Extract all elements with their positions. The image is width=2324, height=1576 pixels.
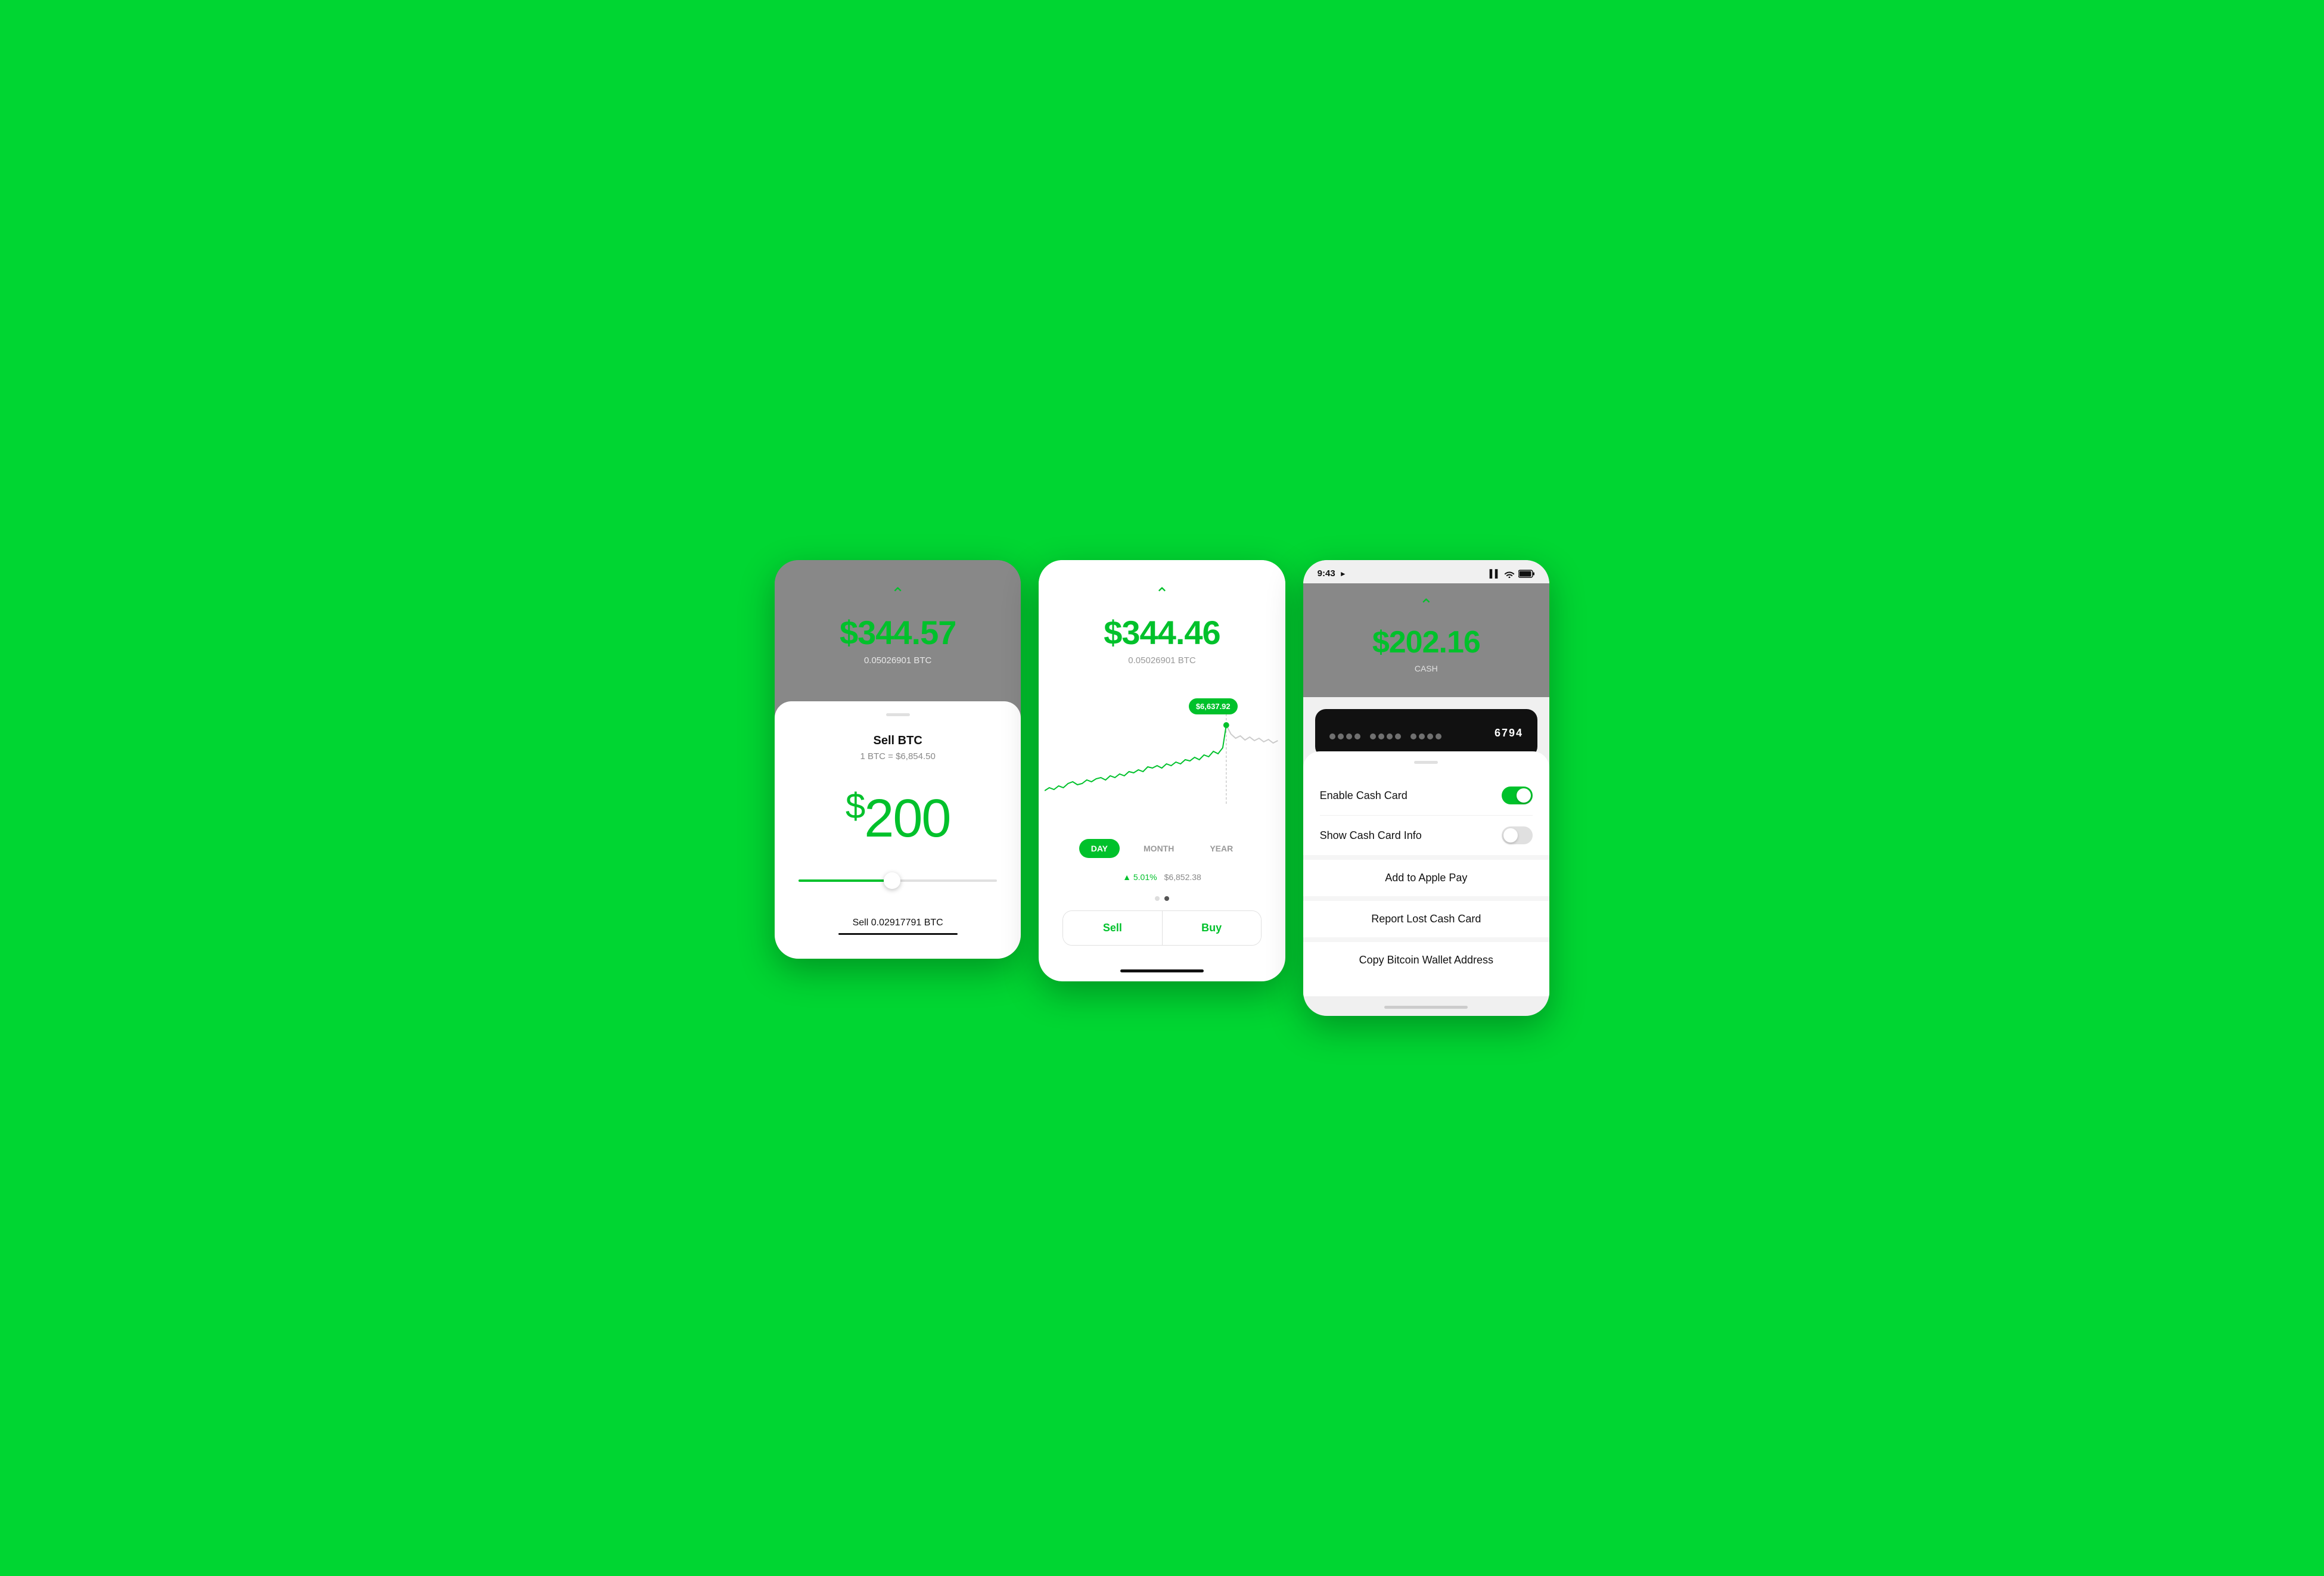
section-divider-2 [1303, 896, 1549, 901]
battery-icon [1518, 570, 1535, 578]
sell-btc-label: Sell 0.02917791 BTC [853, 918, 943, 928]
card-dot [1410, 733, 1416, 739]
chevron-up-icon[interactable]: ⌃ [891, 584, 905, 604]
sell-amount-number: 200 [864, 789, 950, 848]
screen-cash-card: 9:43 ► ▌▌ ⌃ $202.16 CASH [1303, 560, 1549, 1016]
card-dots-1 [1329, 733, 1360, 739]
card-dot [1338, 733, 1344, 739]
enable-cash-card-item: Enable Cash Card [1303, 776, 1549, 815]
chart-balance: $344.46 [1104, 613, 1220, 652]
card-dot [1419, 733, 1425, 739]
screen-sell-btc: ⌃ $344.57 0.05026901 BTC Sell BTC 1 BTC … [775, 560, 1021, 959]
btc-balance-display: $344.57 [840, 613, 956, 652]
card-dot [1354, 733, 1360, 739]
screen2-top: ⌃ $344.46 0.05026901 BTC [1039, 560, 1285, 689]
sell-rate: 1 BTC = $6,854.50 [860, 751, 935, 761]
add-apple-pay-item[interactable]: Add to Apple Pay [1303, 860, 1549, 896]
card-dot [1436, 733, 1441, 739]
status-bar: 9:43 ► ▌▌ [1303, 560, 1549, 583]
card-dot [1329, 733, 1335, 739]
card-dot [1395, 733, 1401, 739]
location-icon: ► [1340, 570, 1347, 578]
card-dot [1346, 733, 1352, 739]
copy-bitcoin-item[interactable]: Copy Bitcoin Wallet Address [1303, 942, 1549, 978]
chart-btc-sub: 0.05026901 BTC [1128, 655, 1195, 666]
btc-chart-svg [1045, 695, 1279, 815]
slider-fill [799, 879, 888, 882]
chart-area: $6,637.92 [1039, 689, 1285, 823]
card-dot [1427, 733, 1433, 739]
slider-container [793, 879, 1003, 882]
cash-label: CASH [1415, 664, 1438, 673]
card-menu-sheet: Enable Cash Card Show Cash Card Info Add… [1303, 751, 1549, 996]
chart-year-btn[interactable]: YEAR [1198, 839, 1245, 858]
toggle-thumb-2 [1503, 828, 1518, 843]
toggle-thumb [1517, 788, 1531, 803]
status-time: 9:43 ► [1318, 568, 1347, 579]
wifi-icon [1504, 570, 1515, 578]
chart-controls: DAY MONTH YEAR [1039, 829, 1285, 868]
buy-sell-bar: Sell Buy [1062, 910, 1261, 946]
status-icons: ▌▌ [1490, 569, 1535, 578]
screen-btc-chart: ⌃ $344.46 0.05026901 BTC $6,637.92 DAY M… [1039, 560, 1285, 981]
sell-btc-underline [838, 933, 958, 935]
chevron-up-icon-2[interactable]: ⌃ [1155, 584, 1169, 604]
cash-balance: $202.16 [1372, 624, 1480, 660]
chart-tooltip: $6,637.92 [1189, 698, 1238, 714]
screens-container: ⌃ $344.57 0.05026901 BTC Sell BTC 1 BTC … [775, 560, 1549, 1016]
home-indicator-3 [1384, 1006, 1468, 1009]
enable-cash-card-toggle[interactable] [1502, 787, 1533, 804]
chart-month-btn[interactable]: MONTH [1132, 839, 1186, 858]
slider-thumb[interactable] [884, 872, 900, 889]
show-cash-card-info-item: Show Cash Card Info [1303, 816, 1549, 855]
cash-card-visual: 6794 [1315, 709, 1537, 757]
chevron-up-icon-3[interactable]: ⌃ [1419, 595, 1433, 615]
screen3-top: ⌃ $202.16 CASH [1303, 583, 1549, 697]
chart-stats: ▲ 5.01% $6,852.38 [1039, 868, 1285, 891]
card-dot [1387, 733, 1393, 739]
dot-2 [1164, 896, 1169, 901]
enable-cash-card-label: Enable Cash Card [1320, 789, 1408, 802]
sell-amount: $200 [846, 785, 950, 850]
card-dots-3 [1410, 733, 1441, 739]
section-divider-3 [1303, 937, 1549, 942]
sell-title: Sell BTC [874, 734, 922, 748]
card-dots-container [1329, 733, 1441, 739]
card-last4: 6794 [1495, 727, 1523, 739]
card-dots-2 [1370, 733, 1401, 739]
report-lost-label[interactable]: Report Lost Cash Card [1371, 913, 1481, 925]
show-cash-card-toggle[interactable] [1502, 826, 1533, 844]
slider-track[interactable] [799, 879, 997, 882]
chart-day-btn[interactable]: DAY [1079, 839, 1120, 858]
stat-change-pct: ▲ 5.01% [1123, 872, 1157, 882]
signal-icon: ▌▌ [1490, 569, 1500, 578]
sheet-handle [886, 713, 910, 716]
show-cash-card-label: Show Cash Card Info [1320, 829, 1422, 842]
section-divider-1 [1303, 855, 1549, 860]
dot-1 [1155, 896, 1160, 901]
sell-button[interactable]: Sell [1063, 911, 1161, 945]
buy-sell-wrap: Sell Buy [1039, 910, 1285, 958]
card-dot [1370, 733, 1376, 739]
sell-sheet: Sell BTC 1 BTC = $6,854.50 $200 Sell 0.0… [775, 701, 1021, 959]
card-dot [1378, 733, 1384, 739]
btc-amount-display: 0.05026901 BTC [864, 655, 931, 666]
copy-bitcoin-label[interactable]: Copy Bitcoin Wallet Address [1359, 954, 1493, 966]
stat-price: $6,852.38 [1164, 872, 1201, 882]
menu-handle [1414, 761, 1438, 764]
screen1-top: ⌃ $344.57 0.05026901 BTC [775, 560, 1021, 701]
report-lost-item[interactable]: Report Lost Cash Card [1303, 901, 1549, 937]
home-indicator-2 [1120, 969, 1204, 972]
sell-dollar-sign: $ [846, 786, 864, 826]
add-apple-pay-label[interactable]: Add to Apple Pay [1385, 872, 1467, 884]
buy-button[interactable]: Buy [1163, 911, 1261, 945]
page-dots [1039, 891, 1285, 910]
